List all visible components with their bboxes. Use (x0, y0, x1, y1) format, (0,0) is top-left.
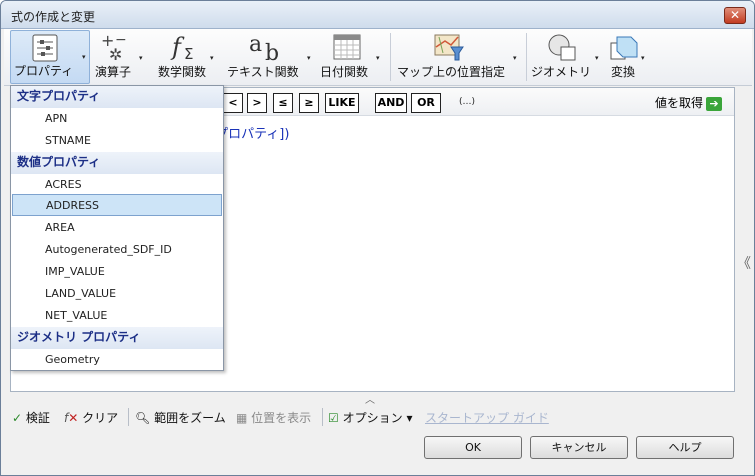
operator-label: 演算子 (95, 65, 132, 79)
properties-dropdown-icon: ▾ (82, 53, 86, 61)
less-equal-button[interactable]: ≤ (273, 93, 293, 113)
math-function-icon: f Σ (170, 33, 193, 61)
clear-icon: f✕ (64, 411, 79, 425)
show-location-label: 位置を表示 (251, 411, 312, 425)
zoom-icon: 🔍︎ (135, 411, 151, 425)
map-locate-button[interactable]: ▾ マップ上の位置指定 (393, 30, 523, 84)
validate-button[interactable]: ✓ 検証 (12, 409, 50, 426)
check-icon: ✓ (12, 411, 23, 425)
options-dropdown-icon: ▾ (406, 411, 413, 425)
menu-item[interactable]: APN (11, 108, 223, 130)
calendar-icon (333, 34, 361, 60)
options-label: オプション (342, 411, 403, 425)
and-button[interactable]: AND (375, 93, 407, 113)
svg-text:✲: ✲ (109, 45, 122, 61)
close-button[interactable]: ✕ (724, 7, 746, 24)
math-dropdown-icon: ▾ (210, 54, 214, 62)
arrow-right-icon: ➔ (706, 97, 722, 111)
text-function-label: テキスト関数 (227, 65, 299, 79)
menu-item[interactable]: Geometry (11, 349, 223, 371)
zoom-extent-button[interactable]: 🔍︎ 範囲をズーム (135, 409, 226, 426)
properties-icon (32, 34, 58, 62)
cancel-button[interactable]: キャンセル (530, 436, 628, 459)
geometry-icon (548, 34, 576, 61)
clear-button[interactable]: f✕ クリア (64, 409, 118, 426)
less-than-button[interactable]: < (223, 93, 243, 113)
operator-icon: + − ✲ (101, 33, 127, 61)
text-function-icon: a b (249, 33, 279, 61)
greater-than-button[interactable]: > (247, 93, 267, 113)
menu-item[interactable]: NET_VALUE (11, 305, 223, 327)
map-locate-icon (434, 34, 464, 61)
expand-panel-icon[interactable]: 《 (737, 253, 751, 273)
validate-label: 検証 (25, 411, 50, 425)
ok-button[interactable]: OK (424, 436, 522, 459)
convert-icon (610, 36, 638, 60)
toolbar: ▾ プロパティ + − ✲ ▾ 演算子 f Σ ▾ 数学関数 a b ▾ テキス… (4, 29, 752, 86)
or-button[interactable]: OR (411, 93, 441, 113)
bottom-separator (128, 408, 129, 426)
geometry-dropdown-icon: ▾ (595, 54, 599, 62)
clear-label: クリア (82, 411, 119, 425)
map-dropdown-icon: ▾ (513, 54, 517, 62)
svg-text:f: f (170, 33, 185, 61)
menu-item-selected[interactable]: ADDRESS (12, 194, 222, 216)
get-value-button[interactable]: 値を取得 ➔ (655, 94, 722, 111)
date-function-button[interactable]: ▾ 日付関数 (318, 30, 386, 84)
svg-text:Σ: Σ (184, 45, 193, 61)
toolbar-separator (390, 33, 391, 81)
geometry-label: ジオメトリ (531, 65, 592, 79)
date-function-label: 日付関数 (320, 65, 369, 79)
math-function-button[interactable]: f Σ ▾ 数学関数 (156, 30, 222, 84)
svg-text:b: b (265, 41, 279, 61)
menu-header-geometry-properties: ジオメトリ プロパティ (11, 327, 223, 349)
get-value-label: 値を取得 (654, 96, 703, 110)
svg-text:a: a (249, 33, 262, 57)
geometry-button[interactable]: ▾ ジオメトリ (529, 30, 603, 84)
operator-button[interactable]: + − ✲ ▾ 演算子 (93, 30, 155, 84)
text-dropdown-icon: ▾ (307, 54, 311, 62)
date-dropdown-icon: ▾ (376, 54, 380, 62)
map-locate-label: マップ上の位置指定 (397, 65, 506, 79)
greater-equal-button[interactable]: ≥ (299, 93, 319, 113)
menu-item[interactable]: STNAME (11, 130, 223, 152)
text-function-button[interactable]: a b ▾ テキスト関数 (223, 30, 315, 84)
show-location-button[interactable]: ▦ 位置を表示 (236, 409, 311, 426)
window-title: 式の作成と変更 (11, 10, 96, 24)
options-check-icon: ☑ (328, 411, 339, 425)
toolbar-separator (526, 33, 527, 81)
menu-header-numeric-properties: 数値プロパティ (11, 152, 223, 174)
bottom-separator (322, 408, 323, 426)
startup-guide-link[interactable]: スタートアップ ガイド (425, 409, 549, 426)
like-button[interactable]: LIKE (325, 93, 359, 113)
function-button[interactable]: (…) (459, 97, 475, 107)
location-icon: ▦ (236, 411, 248, 425)
menu-item[interactable]: ACRES (11, 174, 223, 196)
operator-dropdown-icon: ▾ (139, 54, 143, 62)
title-bar: 式の作成と変更 ✕ (1, 1, 754, 29)
menu-item[interactable]: Autogenerated_SDF_ID (11, 239, 223, 261)
convert-button[interactable]: ▾ 変換 (607, 30, 649, 84)
menu-item[interactable]: IMP_VALUE (11, 261, 223, 283)
zoom-label: 範囲をズーム (154, 411, 226, 425)
menu-item[interactable]: AREA (11, 217, 223, 239)
properties-dropdown-menu: 文字プロパティ APN STNAME 数値プロパティ ACRES ADDRESS… (10, 85, 224, 371)
properties-button[interactable]: ▾ プロパティ (10, 30, 90, 84)
math-function-label: 数学関数 (158, 65, 207, 79)
dialog-window: 式の作成と変更 ✕ ▾ プロパティ + − ✲ ▾ 演算子 f Σ ▾ 数学関数… (0, 0, 755, 476)
bottom-toolbar: ✓ 検証 f✕ クリア 🔍︎ 範囲をズーム ▦ 位置を表示 ☑ オプション ▾ … (4, 404, 752, 429)
help-button[interactable]: ヘルプ (636, 436, 734, 459)
menu-header-text-properties: 文字プロパティ (11, 86, 223, 108)
properties-label: プロパティ (14, 64, 74, 78)
options-button[interactable]: ☑ オプション ▾ (328, 409, 412, 426)
convert-dropdown-icon: ▾ (641, 54, 645, 62)
convert-label: 変換 (611, 65, 636, 79)
menu-item[interactable]: LAND_VALUE (11, 283, 223, 305)
